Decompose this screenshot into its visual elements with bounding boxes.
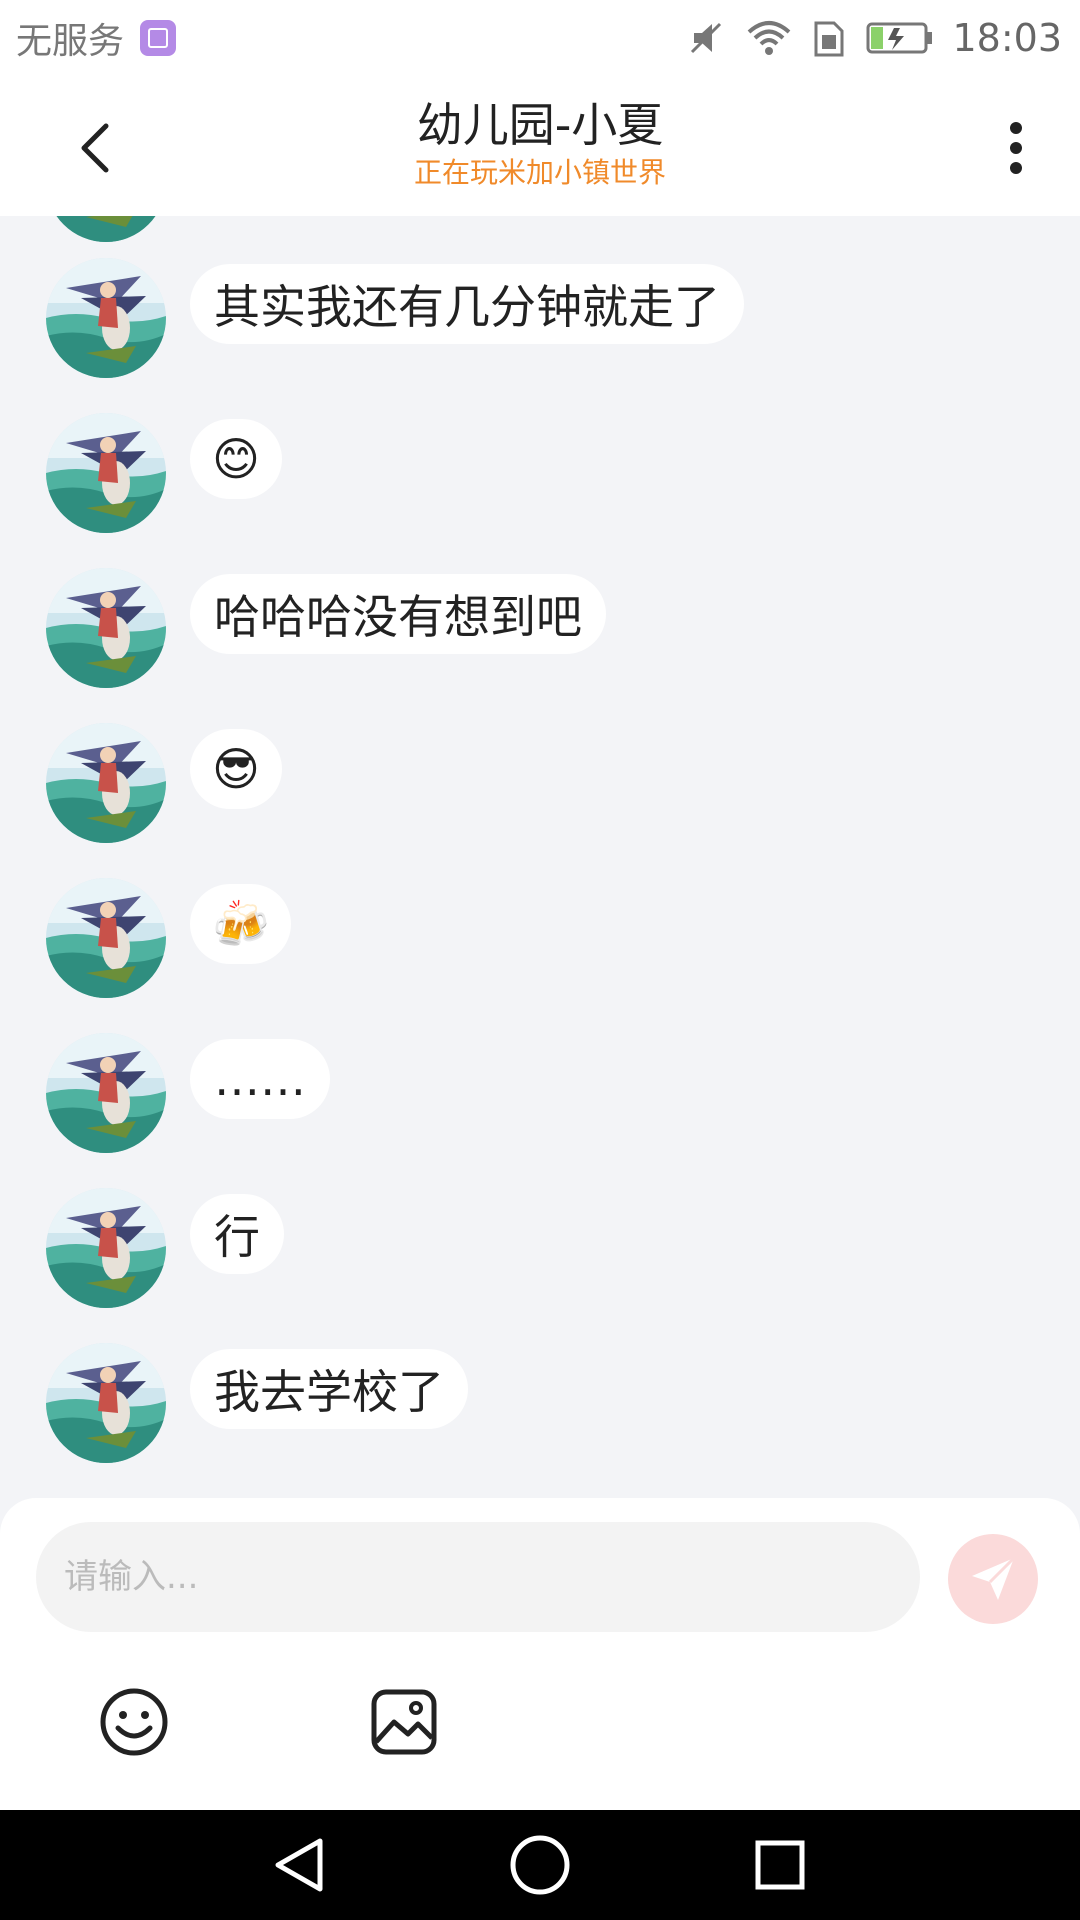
- carrier-label: 无服务: [16, 21, 125, 62]
- nav-home-button[interactable]: [505, 1830, 575, 1900]
- message-row: 我去学校了: [46, 1341, 468, 1465]
- wifi-icon: [748, 21, 791, 55]
- battery-charging-icon: [866, 22, 933, 54]
- message-bubble[interactable]: 其实我还有几分钟就走了: [190, 264, 744, 344]
- message-row: 😊: [46, 411, 282, 535]
- avatar[interactable]: [46, 723, 166, 843]
- send-button[interactable]: [948, 1534, 1038, 1624]
- more-options-button[interactable]: [992, 112, 1040, 184]
- message-row: 行: [46, 1186, 284, 1310]
- sim-icon: [814, 21, 844, 57]
- image-icon: [371, 1689, 437, 1755]
- message-row: 哈哈哈没有想到吧: [46, 566, 606, 690]
- chat-header: 幼儿园-小夏 正在玩米加小镇世界: [0, 76, 1080, 216]
- message-bubble[interactable]: 哈哈哈没有想到吧: [190, 574, 606, 654]
- message-bubble[interactable]: ……: [190, 1039, 330, 1119]
- beer-cheers-emoji-bubble[interactable]: 🍻: [190, 884, 292, 964]
- message-input[interactable]: [36, 1522, 920, 1632]
- avatar[interactable]: [46, 568, 166, 688]
- message-list[interactable]: 其实我还有几分钟就走了 😊 哈哈哈没有想到吧 😎 🍻 …… 行 我去学校了: [0, 216, 1080, 1500]
- avatar[interactable]: [46, 1188, 166, 1308]
- send-icon: [972, 1556, 1016, 1600]
- message-bubble[interactable]: 我去学校了: [190, 1349, 468, 1429]
- chat-title: 幼儿园-小夏: [416, 98, 664, 152]
- mute-icon: [691, 22, 722, 54]
- message-composer: [0, 1498, 1080, 1810]
- nav-recents-button[interactable]: [745, 1830, 815, 1900]
- chat-title-block: 幼儿园-小夏 正在玩米加小镇世界: [414, 97, 666, 191]
- image-button[interactable]: [368, 1686, 440, 1758]
- nav-back-button[interactable]: [265, 1830, 335, 1900]
- square-recents-icon: [755, 1840, 805, 1890]
- chat-status-subtitle: 正在玩米加小镇世界: [413, 156, 666, 189]
- status-bar: 无服务 18:03: [0, 0, 1080, 76]
- avatar[interactable]: [46, 1343, 166, 1463]
- clock: 18:03: [952, 16, 1062, 60]
- system-navigation-bar: [0, 1810, 1080, 1920]
- avatar[interactable]: [46, 878, 166, 998]
- avatar[interactable]: [46, 216, 166, 242]
- avatar[interactable]: [46, 413, 166, 533]
- message-row: 其实我还有几分钟就走了: [46, 256, 744, 380]
- message-bubble[interactable]: 行: [190, 1194, 284, 1274]
- message-row-partial: [46, 216, 166, 244]
- chevron-left-icon: [81, 123, 109, 173]
- more-vertical-icon: [1010, 122, 1022, 174]
- back-button[interactable]: [60, 112, 132, 184]
- sunglasses-emoji-bubble[interactable]: 😎: [190, 729, 282, 809]
- avatar[interactable]: [46, 258, 166, 378]
- message-row: 🍻: [46, 876, 292, 1000]
- message-row: 😎: [46, 721, 282, 845]
- emoji-button[interactable]: [98, 1686, 170, 1758]
- gallery-app-icon: [140, 20, 177, 56]
- emoji-icon: [100, 1688, 168, 1756]
- message-row: ……: [46, 1031, 330, 1155]
- avatar[interactable]: [46, 1033, 166, 1153]
- smile-emoji-bubble[interactable]: 😊: [190, 419, 282, 499]
- chat-screen: 无服务 18:03 幼儿园-小夏 正在玩米加小镇世界 其实我还有几分钟就走了 😊…: [0, 0, 1080, 1920]
- circle-home-icon: [510, 1835, 570, 1895]
- triangle-back-icon: [275, 1838, 323, 1892]
